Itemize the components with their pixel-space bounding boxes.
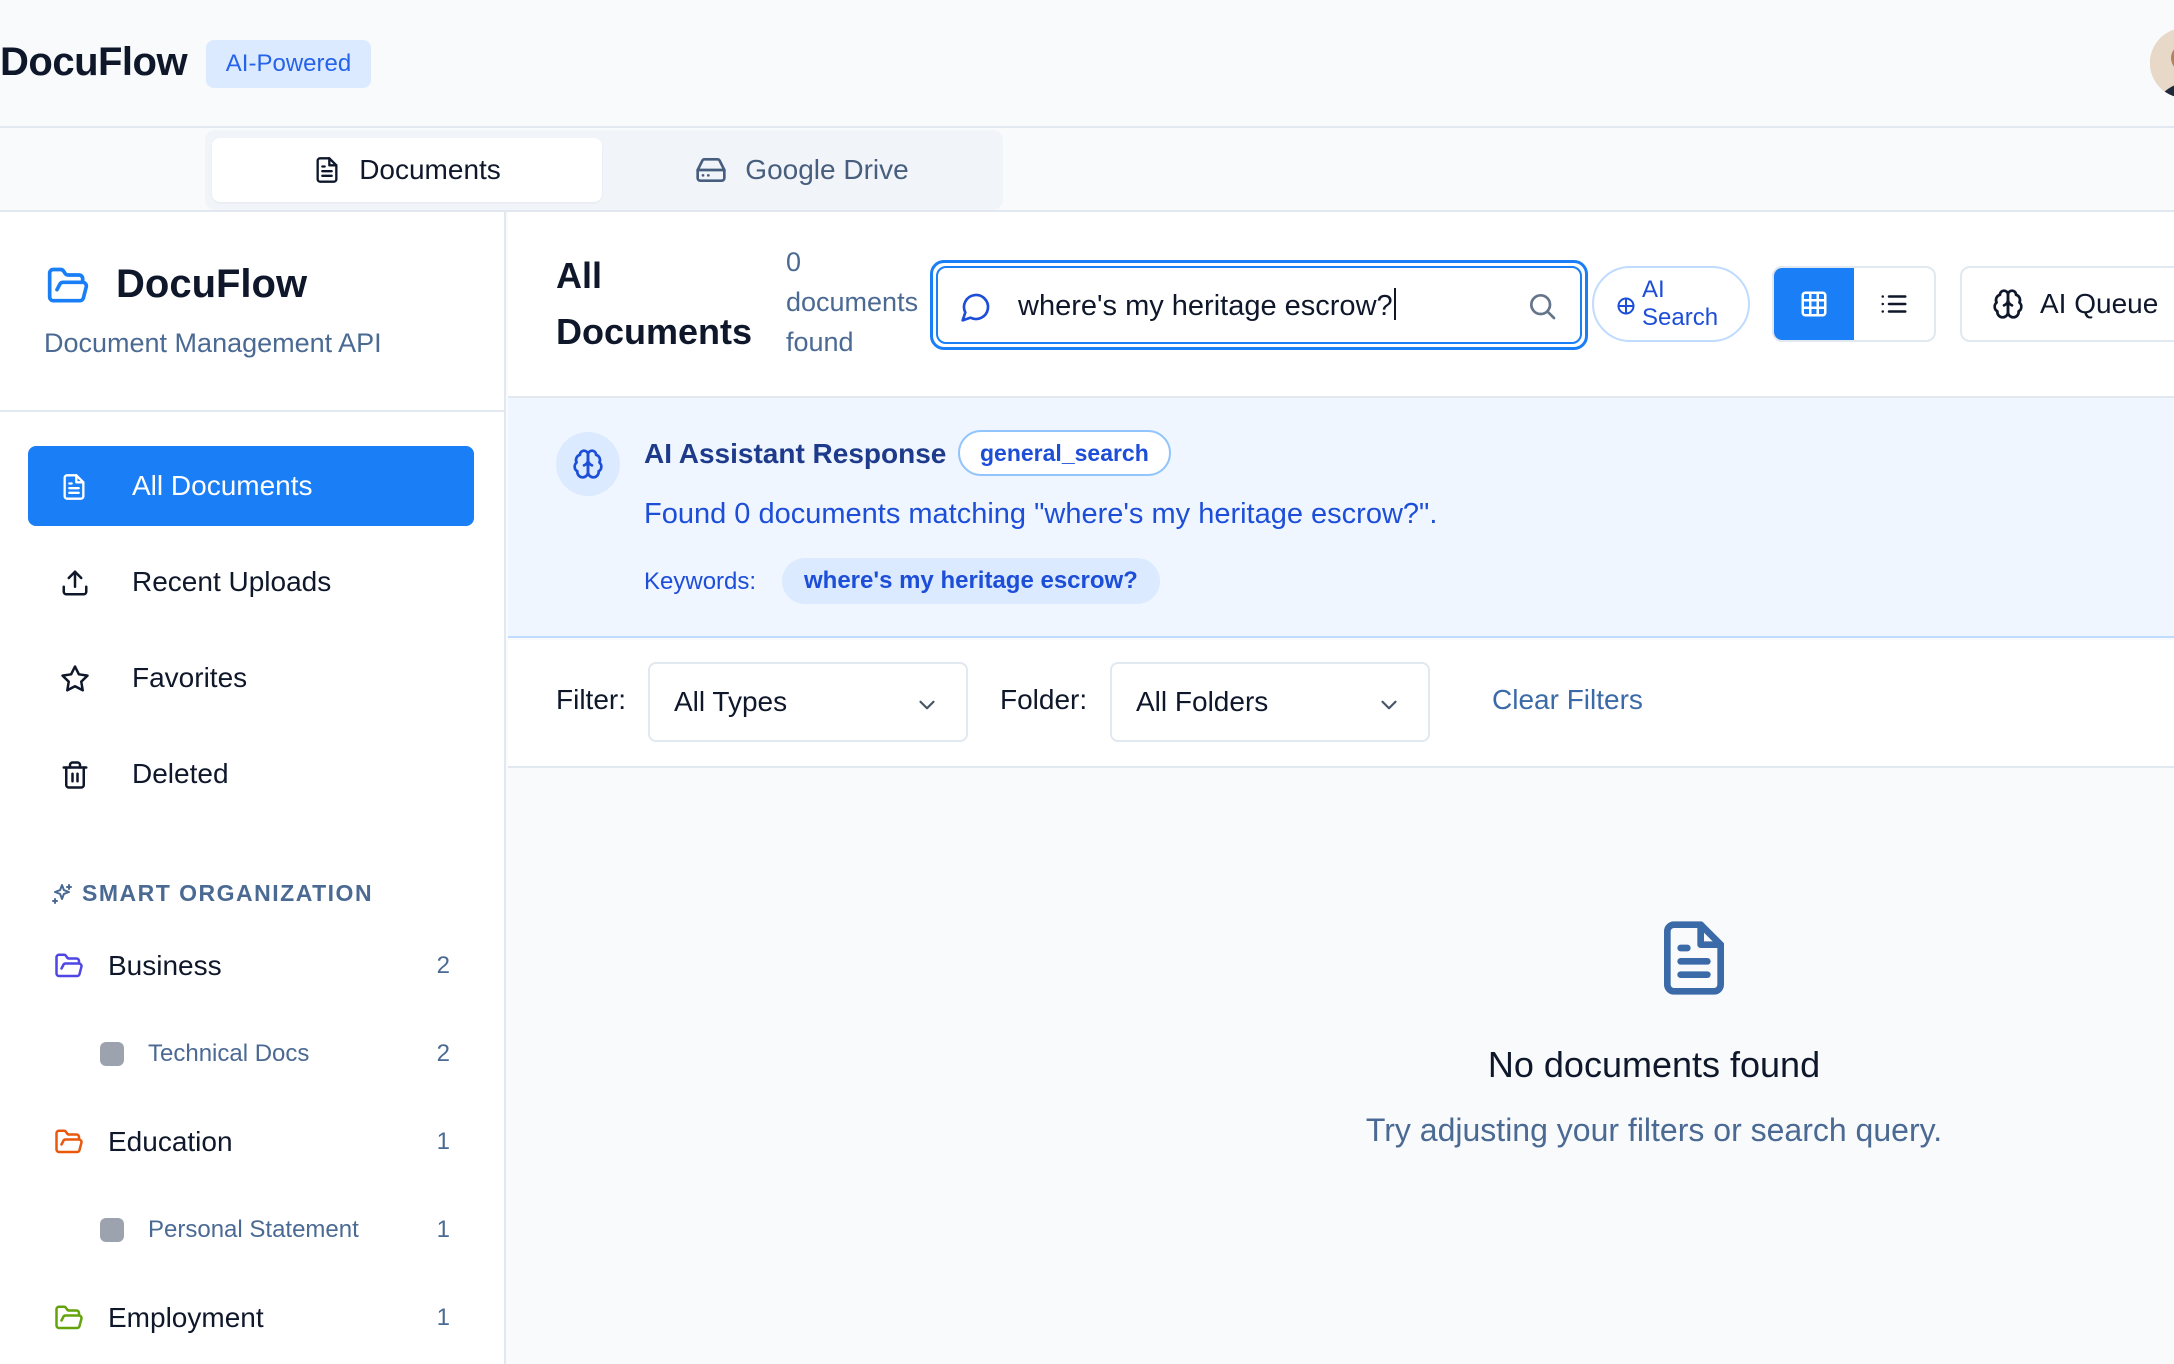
document-count: 0 documents found	[786, 247, 919, 357]
brain-icon	[572, 448, 604, 480]
folder-filter-value: All Folders	[1136, 686, 1269, 717]
view-toggle	[1772, 266, 1936, 342]
grid-view-button[interactable]	[1774, 268, 1854, 340]
tab-group: Documents Google Drive	[205, 130, 1003, 210]
folder-label: Business	[108, 950, 222, 981]
folder-filter-select[interactable]: All Folders	[1110, 662, 1430, 742]
tag-color-dot	[100, 1042, 124, 1066]
filter-label: Filter:	[556, 684, 626, 715]
folder-count: 1	[436, 1304, 450, 1331]
folder-label: Personal Statement	[148, 1216, 359, 1243]
empty-state-title: No documents found	[1487, 1044, 1821, 1085]
toolbar: All Documents 0 documents found where's …	[508, 212, 2174, 398]
folder-icon	[52, 1303, 86, 1333]
smart-organization-heading: SMART ORGANIZATION	[50, 880, 373, 907]
ai-assistant-avatar	[556, 432, 620, 496]
user-avatar[interactable]	[2150, 28, 2174, 98]
search-icon[interactable]	[1526, 290, 1558, 322]
sidebar-item-label: Recent Uploads	[132, 566, 332, 597]
ai-assistant-panel: AI Assistant Response general_search Fou…	[508, 398, 2174, 638]
upload-icon	[60, 568, 90, 598]
ai-queue-label: AI Queue	[2040, 288, 2159, 319]
search-query-text: where's my heritage escrow?	[1018, 290, 1393, 322]
ai-response-title: AI Assistant Response	[644, 438, 947, 469]
folder-open-icon	[44, 264, 92, 308]
brain-icon	[1616, 296, 1636, 316]
type-filter-value: All Types	[674, 686, 788, 717]
sidebar-subtitle: Document Management API	[44, 328, 382, 358]
sidebar-item-deleted[interactable]: Deleted	[28, 734, 474, 814]
tab-documents[interactable]: Documents	[212, 138, 602, 202]
ai-response-message: Found 0 documents matching "where's my h…	[644, 498, 1438, 530]
keywords-label: Keywords:	[644, 568, 757, 595]
list-icon	[1879, 289, 1909, 319]
ai-powered-badge: AI-Powered	[206, 40, 371, 88]
sidebar-item-all-documents[interactable]: All Documents	[28, 446, 474, 526]
ai-search-label: AI Search	[1642, 276, 1719, 331]
chevron-down-icon	[1376, 692, 1402, 718]
folder-count: 1	[436, 1128, 450, 1155]
sparkles-icon	[50, 882, 74, 906]
file-text-icon	[1654, 910, 1734, 1006]
sidebar-item-favorites[interactable]: Favorites	[28, 638, 474, 718]
file-text-icon	[60, 472, 88, 502]
folder-label: Employment	[108, 1302, 264, 1333]
sidebar-item-recent-uploads[interactable]: Recent Uploads	[28, 542, 474, 622]
ai-queue-button[interactable]: AI Queue	[1960, 266, 2174, 342]
intent-badge: general_search	[958, 430, 1171, 476]
tab-google-drive[interactable]: Google Drive	[607, 138, 997, 202]
filter-bar: Filter: All Types Folder: All Folders Cl…	[508, 640, 2174, 768]
text-caret	[1393, 288, 1396, 320]
hard-drive-icon	[695, 154, 727, 186]
search-focus-ring: where's my heritage escrow?	[930, 260, 1588, 350]
search-input[interactable]: where's my heritage escrow?	[936, 266, 1582, 344]
sidebar: DocuFlow Document Management API All Doc…	[0, 212, 506, 1364]
smart-organization-label: SMART ORGANIZATION	[82, 880, 374, 906]
trash-icon	[60, 760, 90, 790]
clear-filters-link[interactable]: Clear Filters	[1492, 684, 1643, 716]
empty-state: No documents found Try adjusting your fi…	[508, 768, 2174, 1364]
message-circle-icon	[960, 291, 992, 323]
folder-item-business[interactable]: Business 2	[0, 936, 504, 996]
keyword-chip[interactable]: where's my heritage escrow?	[782, 558, 1160, 604]
type-filter-select[interactable]: All Types	[648, 662, 968, 742]
folder-item-personal-statement[interactable]: Personal Statement 1	[0, 1200, 504, 1260]
folder-count: 2	[436, 952, 450, 979]
folder-item-technical-docs[interactable]: Technical Docs 2	[0, 1024, 504, 1084]
star-icon	[60, 664, 90, 694]
tab-label: Documents	[359, 154, 501, 185]
sidebar-title: DocuFlow	[116, 262, 308, 306]
folder-item-employment[interactable]: Employment 1	[0, 1288, 504, 1348]
folder-icon	[52, 951, 86, 981]
folder-count: 1	[436, 1216, 450, 1243]
main-content: All Documents 0 documents found where's …	[508, 212, 2174, 1364]
top-bar: DocuFlow AI-Powered	[0, 0, 2174, 128]
folder-filter-label: Folder:	[1000, 684, 1088, 715]
brain-icon	[1992, 288, 2024, 320]
tag-color-dot	[100, 1218, 124, 1242]
folder-icon	[52, 1127, 86, 1157]
sidebar-item-label: Favorites	[132, 662, 248, 693]
app-brand[interactable]: DocuFlow	[0, 40, 188, 85]
tab-label: Google Drive	[745, 154, 909, 185]
sidebar-item-label: Deleted	[132, 758, 229, 789]
empty-state-subtitle: Try adjusting your filters or search que…	[1365, 1112, 1943, 1148]
folder-count: 2	[436, 1040, 450, 1067]
folder-label: Technical Docs	[148, 1040, 310, 1067]
folder-label: Education	[108, 1126, 233, 1157]
chevron-down-icon	[914, 692, 940, 718]
sidebar-header: DocuFlow Document Management API	[0, 212, 504, 412]
tab-strip: Documents Google Drive	[0, 130, 2174, 212]
sidebar-item-label: All Documents	[132, 470, 313, 501]
grid-icon	[1799, 289, 1829, 319]
page-title: All Documents	[556, 255, 753, 352]
file-text-icon	[313, 154, 341, 186]
list-view-button[interactable]	[1854, 268, 1934, 340]
search-query: where's my heritage escrow?	[1018, 288, 1396, 323]
ai-search-button[interactable]: AI Search	[1592, 266, 1750, 342]
folder-item-education[interactable]: Education 1	[0, 1112, 504, 1172]
